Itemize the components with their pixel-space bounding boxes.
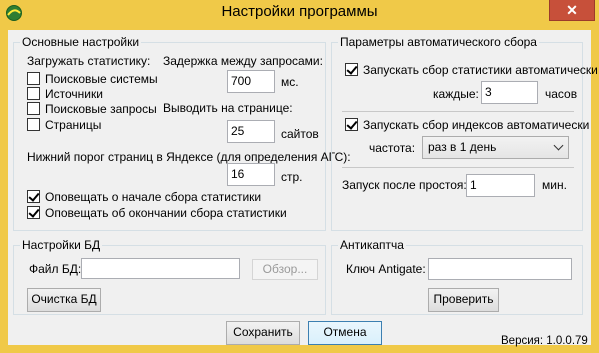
db-settings-group: Настройки БД Файл БД: Обзор... Очистка Б… — [13, 239, 326, 315]
cancel-button[interactable]: Отмена — [308, 321, 382, 345]
per-page-input[interactable]: 25 — [227, 120, 275, 143]
frequency-value: раз в 1 день — [428, 140, 497, 154]
per-page-label: Выводить на странице: — [163, 101, 293, 115]
delay-label: Задержка между запросами: — [163, 54, 323, 68]
stats-auto-label: Запускать сбор статистики автоматически — [363, 63, 598, 77]
checkbox-notify-end[interactable] — [27, 206, 40, 219]
checkbox-stats-auto[interactable] — [345, 63, 358, 76]
clear-db-button[interactable]: Очистка БД — [27, 288, 101, 312]
per-page-unit: сайтов — [281, 127, 319, 141]
sources-label: Источники — [45, 87, 103, 101]
checkbox-notify-start[interactable] — [27, 190, 40, 203]
yandex-threshold-unit: стр. — [281, 170, 303, 184]
antigate-key-input[interactable] — [428, 258, 572, 280]
load-stats-label: Загружать статистику: — [27, 54, 151, 68]
divider — [342, 167, 574, 168]
version-label: Версия: 1.0.0.79 — [501, 335, 588, 347]
frequency-label: частота: — [369, 141, 416, 155]
checkbox-search-queries[interactable] — [27, 102, 40, 115]
checkbox-index-auto[interactable] — [345, 118, 358, 131]
notify-start-label: Оповещать о начале сбора статистики — [45, 190, 262, 204]
title-bar[interactable]: Настройки программы ✕ — [0, 0, 599, 26]
db-file-input[interactable] — [81, 258, 240, 279]
db-file-label: Файл БД: — [29, 262, 82, 276]
search-queries-label: Поисковые запросы — [45, 102, 157, 116]
delay-input[interactable]: 700 — [227, 70, 275, 93]
close-button[interactable]: ✕ — [549, 0, 595, 21]
basic-settings-group: Основные настройки Загружать статистику:… — [13, 36, 351, 231]
every-label: каждые: — [433, 87, 479, 101]
anticaptcha-group: Антикаптча Ключ Antigate: Проверить — [331, 239, 583, 315]
index-auto-label: Запускать сбор индексов автоматически — [363, 118, 590, 132]
every-unit: часов — [545, 87, 578, 101]
checkbox-search-engines[interactable] — [27, 72, 40, 85]
frequency-select[interactable]: раз в 1 день — [422, 136, 569, 159]
idle-unit: мин. — [542, 178, 567, 192]
dialog-body: Основные настройки Загружать статистику:… — [8, 30, 598, 347]
checkbox-pages[interactable] — [27, 118, 40, 131]
yandex-threshold-input[interactable]: 16 — [227, 163, 275, 186]
anticaptcha-legend: Антикаптча — [338, 238, 406, 252]
yandex-threshold-label: Нижний порог страниц в Яндексе (для опре… — [27, 150, 351, 164]
basic-settings-legend: Основные настройки — [20, 35, 142, 49]
idle-minutes-input[interactable]: 1 — [466, 174, 535, 197]
antigate-key-label: Ключ Antigate: — [346, 262, 426, 276]
every-hours-input[interactable]: 3 — [481, 81, 538, 104]
search-engines-label: Поисковые системы — [45, 72, 158, 86]
delay-unit: мс. — [281, 75, 299, 89]
save-button[interactable]: Сохранить — [226, 321, 300, 345]
auto-collection-group: Параметры автоматического сбора Запускат… — [331, 36, 598, 231]
chevron-down-icon — [553, 140, 564, 151]
divider — [342, 111, 574, 112]
auto-collection-legend: Параметры автоматического сбора — [338, 35, 539, 49]
idle-label: Запуск после простоя: — [342, 178, 467, 192]
check-key-button[interactable]: Проверить — [428, 288, 499, 312]
window-title: Настройки программы — [221, 3, 378, 20]
browse-button[interactable]: Обзор... — [252, 259, 318, 280]
checkbox-sources[interactable] — [27, 87, 40, 100]
db-settings-legend: Настройки БД — [20, 238, 103, 252]
pages-label: Страницы — [45, 118, 102, 132]
notify-end-label: Оповещать об окончании сбора статистики — [45, 206, 287, 220]
